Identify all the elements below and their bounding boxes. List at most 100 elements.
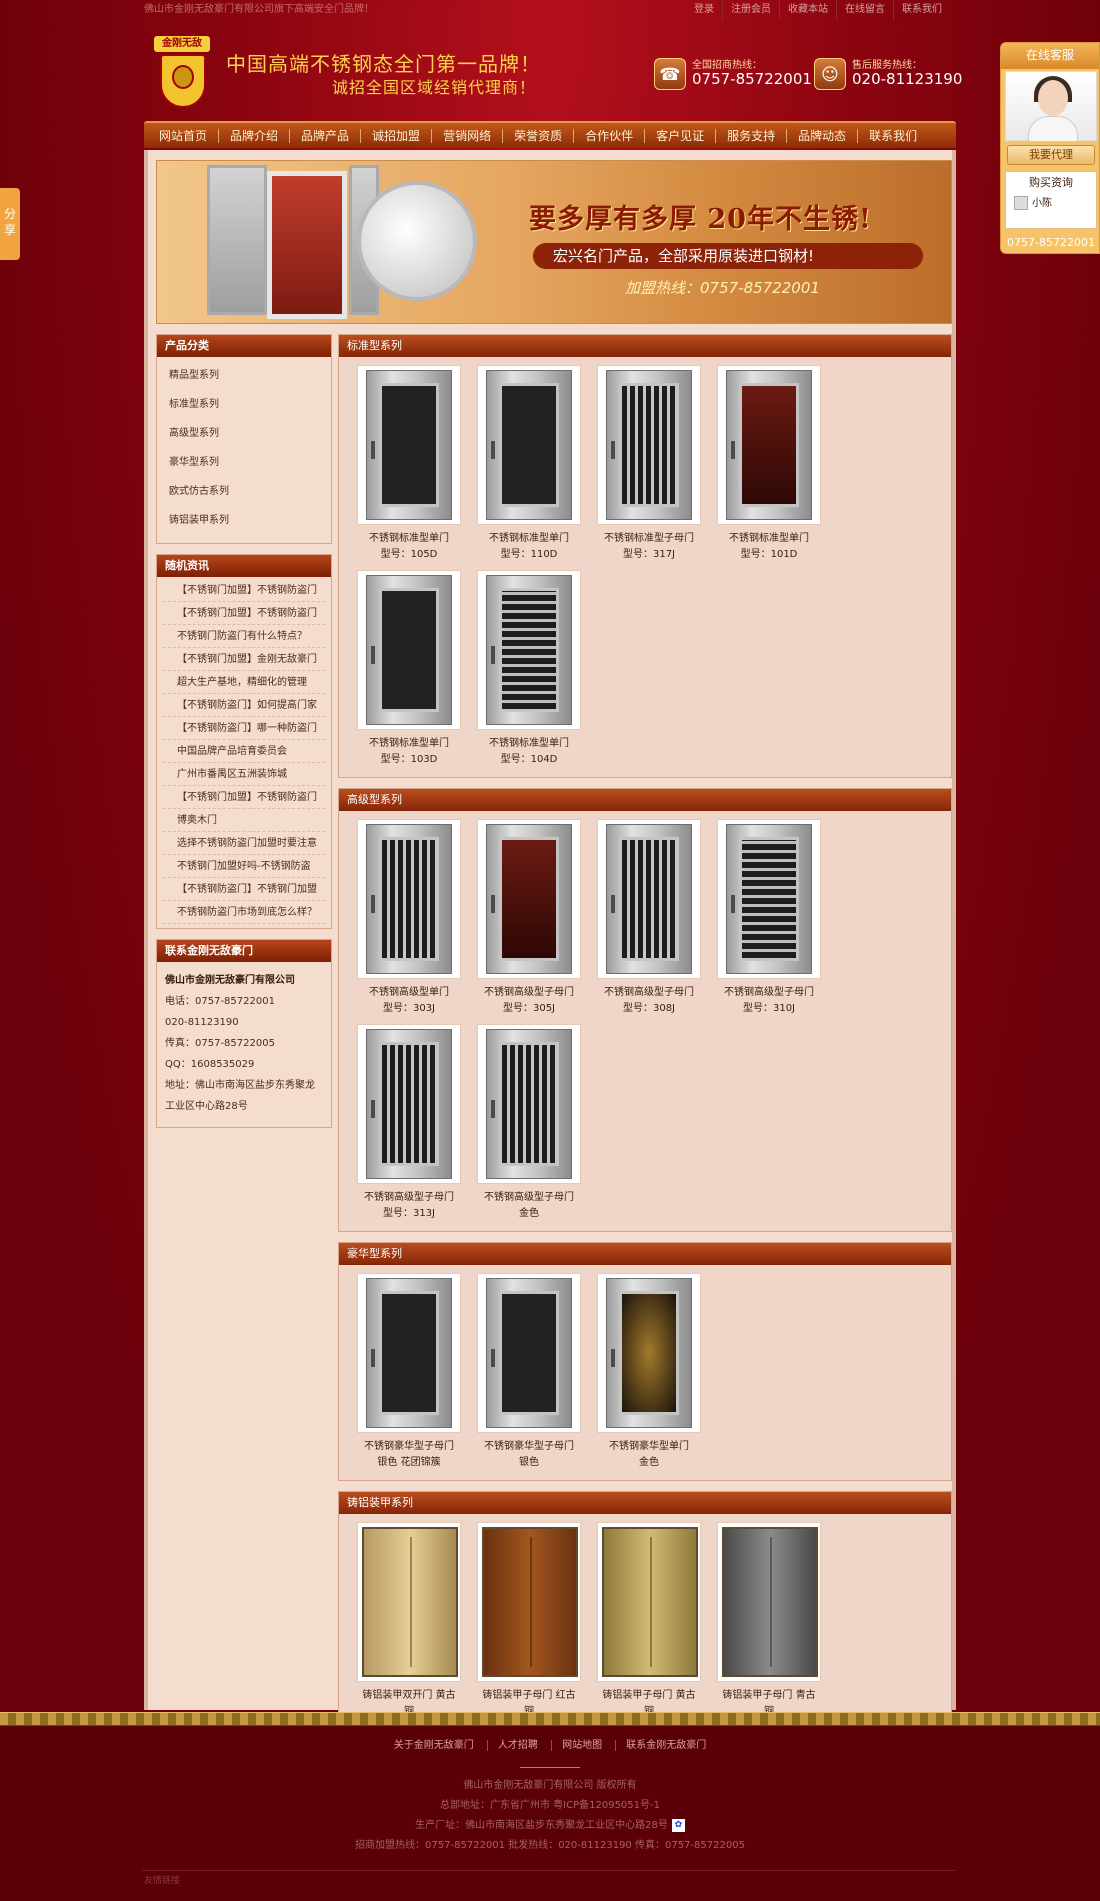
product-card[interactable]: 铸铝装甲双开门 黄古铜 — [349, 1522, 469, 1727]
nav-news[interactable]: 品牌动态 — [786, 128, 857, 143]
news-item[interactable]: 超大生产基地，精细化的管理 — [163, 671, 325, 694]
product-name[interactable]: 不锈钢标准型单门 — [471, 531, 587, 547]
product-card[interactable]: 不锈钢高级型子母门 型号：313J — [349, 1024, 469, 1229]
section-title[interactable]: 铸铝装甲系列 — [339, 1492, 951, 1514]
nav-testimonials[interactable]: 客户见证 — [644, 128, 715, 143]
product-image[interactable] — [717, 365, 821, 525]
category-item[interactable]: 精品型系列 — [157, 361, 331, 390]
nav-brand[interactable]: 品牌介绍 — [218, 128, 289, 143]
product-card[interactable]: 不锈钢高级型单门 型号：303J — [349, 819, 469, 1024]
login-link[interactable]: 登录 — [686, 0, 722, 20]
product-name[interactable]: 不锈钢标准型单门 — [351, 531, 467, 547]
product-image[interactable] — [357, 1522, 461, 1682]
news-item[interactable]: 【不锈钢门加盟】不锈钢防盗门 — [163, 786, 325, 809]
product-image[interactable] — [717, 1522, 821, 1682]
product-image[interactable] — [477, 1024, 581, 1184]
footer-jobs[interactable]: 人才招聘 — [486, 1740, 548, 1751]
product-card[interactable]: 不锈钢豪华型单门 金色 — [589, 1273, 709, 1478]
product-card[interactable]: 不锈钢标准型单门 型号：104D — [469, 570, 589, 775]
news-item[interactable]: 广州市番禺区五洲装饰城 — [163, 763, 325, 786]
news-item[interactable]: 不锈钢门加盟好吗-不锈钢防盗 — [163, 855, 325, 878]
product-image[interactable] — [477, 819, 581, 979]
category-item[interactable]: 欧式仿古系列 — [157, 477, 331, 506]
product-name[interactable]: 铸铝装甲子母门 黄古 — [591, 1688, 707, 1704]
product-name[interactable]: 不锈钢高级型子母门 — [711, 985, 827, 1001]
product-name[interactable]: 不锈钢豪华型子母门 — [471, 1439, 587, 1455]
product-name[interactable]: 铸铝装甲双开门 黄古 — [351, 1688, 467, 1704]
product-image[interactable] — [477, 1273, 581, 1433]
nav-honors[interactable]: 荣誉资质 — [502, 128, 573, 143]
product-image[interactable] — [357, 570, 461, 730]
product-name[interactable]: 不锈钢高级型子母门 — [351, 1190, 467, 1206]
product-card[interactable]: 不锈钢标准型单门 型号：110D — [469, 365, 589, 570]
nav-contact[interactable]: 联系我们 — [857, 128, 928, 143]
footer-contact[interactable]: 联系金刚无敌豪门 — [615, 1740, 717, 1751]
news-item[interactable]: 博奥木门 — [163, 809, 325, 832]
footer-about[interactable]: 关于金刚无敌豪门 — [384, 1740, 484, 1751]
nav-franchise[interactable]: 诚招加盟 — [360, 128, 431, 143]
product-name[interactable]: 不锈钢标准型单门 — [351, 736, 467, 752]
product-image[interactable] — [357, 1273, 461, 1433]
nav-partners[interactable]: 合作伙伴 — [573, 128, 644, 143]
news-item[interactable]: 不锈钢防盗门市场到底怎么样？ — [163, 901, 325, 924]
section-title[interactable]: 标准型系列 — [339, 335, 951, 357]
register-link[interactable]: 注册会员 — [722, 0, 779, 20]
product-name[interactable]: 铸铝装甲子母门 青古 — [711, 1688, 827, 1704]
nav-network[interactable]: 营销网络 — [431, 128, 502, 143]
section-title[interactable]: 高级型系列 — [339, 789, 951, 811]
product-card[interactable]: 不锈钢标准型单门 型号：101D — [709, 365, 829, 570]
category-item[interactable]: 高级型系列 — [157, 419, 331, 448]
news-item[interactable]: 选择不锈钢防盗门加盟时要注意 — [163, 832, 325, 855]
product-card[interactable]: 铸铝装甲子母门 青古铜 — [709, 1522, 829, 1727]
product-card[interactable]: 不锈钢标准型子母门 型号：317J — [589, 365, 709, 570]
product-image[interactable] — [717, 819, 821, 979]
category-item[interactable]: 铸铝装甲系列 — [157, 506, 331, 535]
product-name[interactable]: 不锈钢高级型子母门 — [591, 985, 707, 1001]
product-card[interactable]: 不锈钢标准型单门 型号：105D — [349, 365, 469, 570]
brand-logo[interactable]: 金刚无敌 — [154, 36, 212, 126]
news-item[interactable]: 不锈钢门防盗门有什么特点？ — [163, 625, 325, 648]
product-name[interactable]: 不锈钢标准型单门 — [471, 736, 587, 752]
news-item[interactable]: 中国品牌产品培育委员会 — [163, 740, 325, 763]
product-image[interactable] — [597, 1273, 701, 1433]
contact-link[interactable]: 联系我们 — [893, 0, 950, 20]
nav-products[interactable]: 品牌产品 — [289, 128, 360, 143]
product-card[interactable]: 不锈钢高级型子母门 型号：308J — [589, 819, 709, 1024]
news-item[interactable]: 【不锈钢防盗门】如何提高门家 — [163, 694, 325, 717]
promo-banner[interactable]: 要多厚有多厚 20年不生锈! 宏兴名门产品，全部采用原装进口钢材! 加盟热线：0… — [156, 160, 952, 324]
product-image[interactable] — [477, 365, 581, 525]
nav-support[interactable]: 服务支持 — [715, 128, 786, 143]
product-image[interactable] — [357, 819, 461, 979]
product-card[interactable]: 不锈钢高级型子母门 型号：310J — [709, 819, 829, 1024]
nav-home[interactable]: 网站首页 — [148, 129, 218, 143]
footer-sitemap[interactable]: 网站地图 — [551, 1740, 613, 1751]
category-item[interactable]: 豪华型系列 — [157, 448, 331, 477]
news-item[interactable]: 【不锈钢防盗门】哪一种防盗门 — [163, 717, 325, 740]
chat-user[interactable]: 小陈 — [1006, 194, 1096, 210]
product-card[interactable]: 不锈钢高级型子母门 金色 — [469, 1024, 589, 1229]
category-item[interactable]: 标准型系列 — [157, 390, 331, 419]
product-image[interactable] — [357, 365, 461, 525]
product-name[interactable]: 不锈钢高级型单门 — [351, 985, 467, 1001]
paw-icon[interactable]: ✿ — [671, 1818, 685, 1832]
message-link[interactable]: 在线留言 — [836, 0, 893, 20]
product-name[interactable]: 不锈钢高级型子母门 — [471, 985, 587, 1001]
product-image[interactable] — [597, 365, 701, 525]
product-card[interactable]: 铸铝装甲子母门 黄古铜 — [589, 1522, 709, 1727]
product-image[interactable] — [597, 819, 701, 979]
product-card[interactable]: 不锈钢高级型子母门 型号：305J — [469, 819, 589, 1024]
product-card[interactable]: 不锈钢豪华型子母门 银色 花团锦簇 — [349, 1273, 469, 1478]
product-name[interactable]: 铸铝装甲子母门 红古 — [471, 1688, 587, 1704]
product-name[interactable]: 不锈钢豪华型单门 — [591, 1439, 707, 1455]
section-title[interactable]: 豪华型系列 — [339, 1243, 951, 1265]
product-card[interactable]: 不锈钢标准型单门 型号：103D — [349, 570, 469, 775]
news-item[interactable]: 【不锈钢门加盟】不锈钢防盗门 — [163, 602, 325, 625]
product-image[interactable] — [357, 1024, 461, 1184]
product-card[interactable]: 铸铝装甲子母门 红古铜 — [469, 1522, 589, 1727]
news-item[interactable]: 【不锈钢防盗门】不锈钢门加盟 — [163, 878, 325, 901]
product-image[interactable] — [597, 1522, 701, 1682]
bookmark-link[interactable]: 收藏本站 — [779, 0, 836, 20]
product-name[interactable]: 不锈钢高级型子母门 — [471, 1190, 587, 1206]
news-item[interactable]: 【不锈钢门加盟】金刚无敌豪门 — [163, 648, 325, 671]
product-name[interactable]: 不锈钢标准型单门 — [711, 531, 827, 547]
